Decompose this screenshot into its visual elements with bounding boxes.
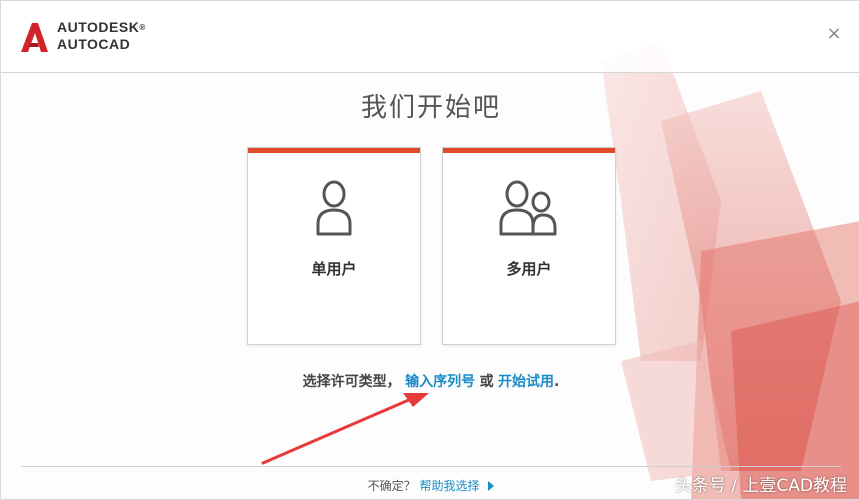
single-user-icon (248, 178, 420, 238)
multi-user-icon (443, 178, 615, 238)
page-title: 我们开始吧 (360, 93, 501, 123)
single-user-label: 单用户 (311, 260, 357, 278)
registered-mark: ® (139, 23, 146, 32)
play-arrow-icon (488, 481, 495, 491)
card-accent-bar (248, 148, 420, 153)
single-user-card[interactable]: 单用户 (247, 147, 421, 345)
watermark-text: 头条号 / 上壹CAD教程 (674, 476, 847, 496)
prompt-text: 选择许可类型， (302, 374, 401, 390)
multi-user-card[interactable]: 多用户 (442, 147, 616, 345)
help-me-choose-link[interactable]: 帮助我选择 (420, 479, 480, 493)
header-bar: AUTODESK® AUTOCAD × (1, 1, 859, 73)
autodesk-a-logo-icon (21, 23, 48, 52)
autocad-license-window: AUTODESK® AUTOCAD × 我们开始吧 单用户 多用户 选择许可类型… (0, 0, 860, 500)
start-trial-link[interactable]: 开始试用 (498, 374, 554, 390)
background-art (601, 41, 859, 499)
prompt-or: 或 (479, 374, 494, 390)
multi-user-label: 多用户 (506, 260, 552, 278)
card-accent-bar (443, 148, 615, 153)
brand-line1: AUTODESK (57, 19, 140, 35)
annotation-arrow-icon (261, 393, 429, 465)
brand-line2: AUTOCAD (57, 36, 131, 52)
brand-text: AUTODESK® AUTOCAD (57, 19, 146, 53)
footer-divider (21, 466, 841, 467)
footer-question: 不确定？ (367, 479, 416, 493)
enter-serial-link[interactable]: 输入序列号 (405, 374, 475, 390)
license-type-prompt: 选择许可类型， 输入序列号 或 开始试用. (1, 371, 859, 391)
close-button[interactable]: × (825, 25, 843, 43)
prompt-end: . (554, 374, 560, 390)
